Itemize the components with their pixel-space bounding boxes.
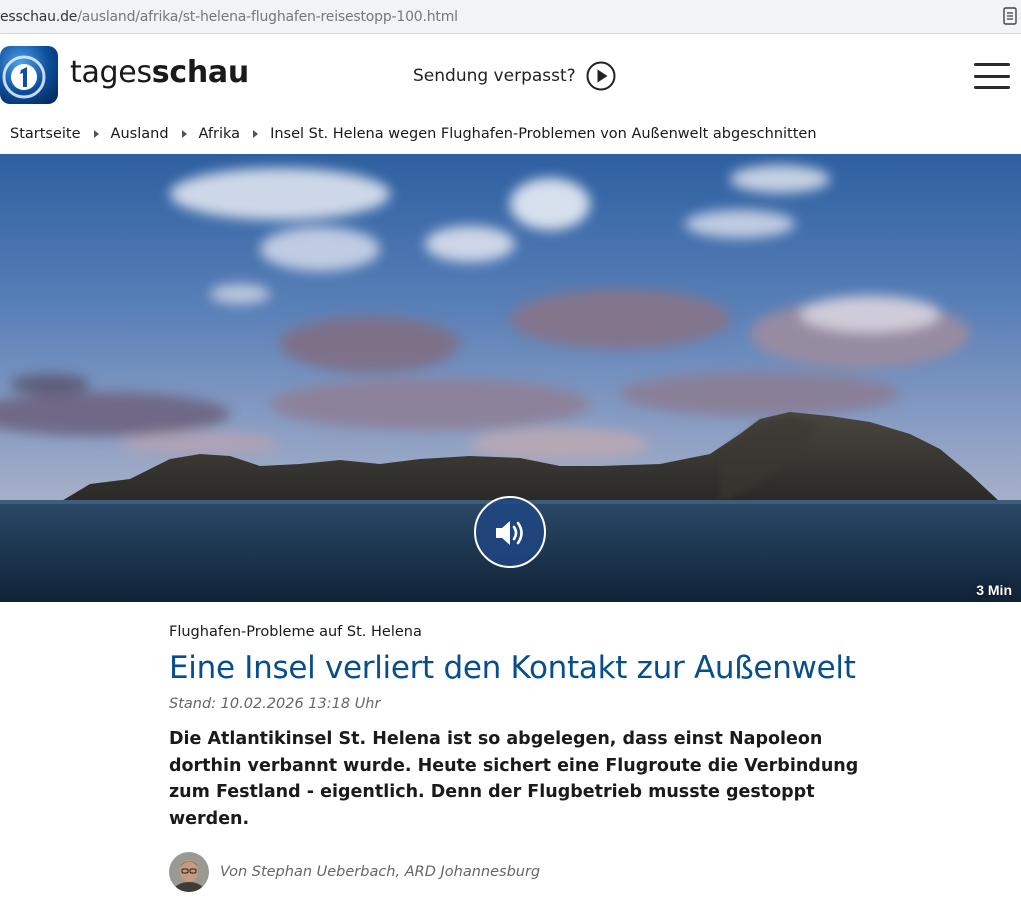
reader-mode-icon[interactable] — [1003, 7, 1017, 25]
browser-address-bar[interactable]: esschau.de/ausland/afrika/st-helena-flug… — [0, 0, 1021, 34]
audio-play-button[interactable] — [474, 496, 546, 568]
breadcrumb-afrika[interactable]: Afrika — [199, 126, 241, 142]
breadcrumb-startseite[interactable]: Startseite — [10, 126, 81, 142]
hero-image: 3 Min — [0, 154, 1021, 602]
breadcrumb-current: Insel St. Helena wegen Flughafen-Problem… — [270, 126, 817, 142]
article-topline: Flughafen-Probleme auf St. Helena — [169, 624, 422, 640]
hamburger-menu-icon[interactable] — [974, 63, 1010, 89]
site-header: tagesschau Sendung verpasst? — [0, 35, 1021, 115]
author-info: Von Stephan Ueberbach, ARD Johannesburg — [169, 852, 540, 892]
breadcrumb-separator-icon — [253, 130, 259, 138]
sendung-verpasst-label: Sendung verpasst? — [413, 66, 576, 86]
breadcrumb-separator-icon — [93, 130, 99, 138]
sendung-verpasst-link[interactable]: Sendung verpasst? — [413, 61, 616, 91]
author-name: Von Stephan Ueberbach, ARD Johannesburg — [220, 864, 541, 880]
site-brand[interactable]: tagesschau — [70, 55, 249, 90]
play-icon — [586, 61, 616, 91]
breadcrumb: Startseite Ausland Afrika Insel St. Hele… — [10, 126, 817, 142]
article: Flughafen-Probleme auf St. Helena Eine I… — [169, 620, 869, 892]
url-text[interactable]: esschau.de/ausland/afrika/st-helena-flug… — [0, 9, 458, 25]
article-headline: Eine Insel verliert den Kontakt zur Auße… — [169, 650, 856, 686]
breadcrumb-separator-icon — [181, 130, 187, 138]
media-duration: 3 Min — [976, 582, 1012, 598]
speaker-icon — [496, 521, 523, 545]
article-date: Stand: 10.02.2026 13:18 Uhr — [169, 696, 381, 712]
breadcrumb-ausland[interactable]: Ausland — [111, 126, 169, 142]
article-teaser: Die Atlantikinsel St. Helena ist so abge… — [169, 729, 859, 829]
ard-logo-icon[interactable] — [0, 46, 58, 104]
author-avatar[interactable] — [169, 852, 209, 892]
